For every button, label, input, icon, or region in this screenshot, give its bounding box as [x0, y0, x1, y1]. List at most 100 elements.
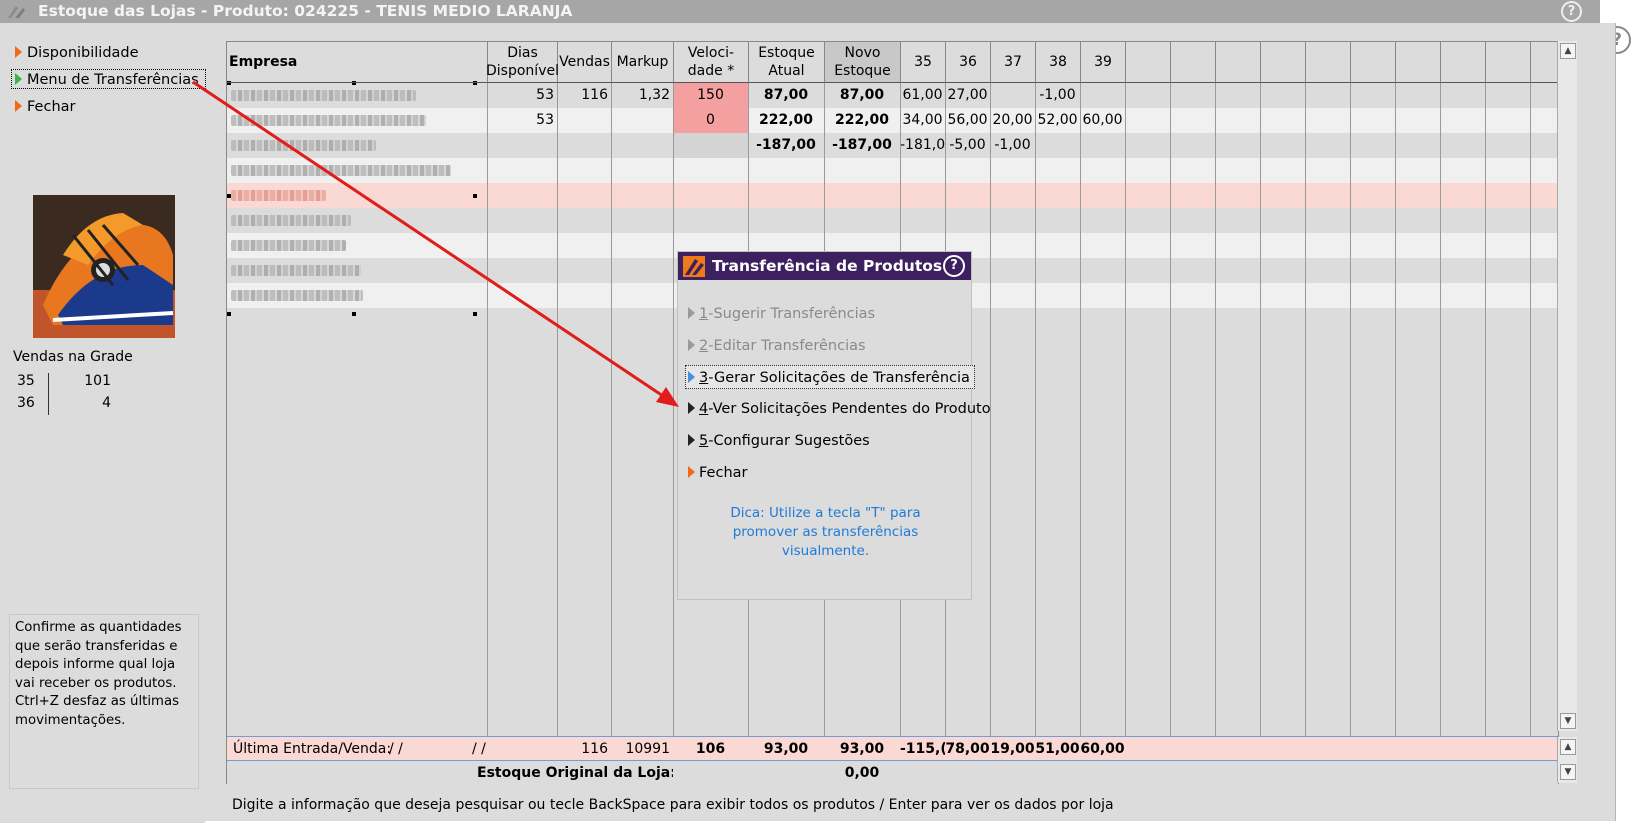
hint-line: Ctrl+Z desfaz as últimas — [15, 694, 180, 709]
sidebar-item-disponibilidade[interactable]: Disponibilidade — [15, 43, 139, 63]
footer-size-36: 78,00 — [945, 741, 990, 757]
dialog-item-label: Fechar — [699, 465, 748, 481]
header-line: Veloci- — [687, 45, 735, 61]
dialog-help-icon[interactable]: ? — [943, 255, 965, 277]
grade-label: Vendas na Grade — [13, 349, 133, 365]
triangle-icon — [688, 402, 695, 414]
header-empty — [1441, 42, 1486, 83]
footer-scrollbar[interactable]: ▲ ▼ — [1557, 737, 1577, 783]
dialog-item-configurar[interactable]: 5-Configurar Sugestões — [688, 429, 870, 453]
footer-totals-row[interactable]: Última Entrada/Venda: / / / / 116 10991 … — [227, 736, 1558, 761]
sidebar-item-label: Fechar — [27, 99, 76, 115]
header-line: Atual — [768, 63, 805, 79]
dialog-item-fechar[interactable]: Fechar — [688, 461, 747, 485]
shortcut-key: 4 — [699, 401, 709, 417]
orange-triangle-icon — [15, 46, 22, 58]
footer-size-39: 60,00 — [1080, 741, 1125, 757]
title-help-icon[interactable]: ? — [1561, 1, 1582, 22]
dialog-item-editar[interactable]: 2-Editar Transferências — [688, 334, 866, 358]
header-size-35[interactable]: 35 — [901, 42, 946, 83]
header-line: Estoque — [758, 45, 815, 61]
header-size-37[interactable]: 37 — [991, 42, 1036, 83]
hint-line: movimentações. — [15, 712, 126, 728]
footer-label: Última Entrada/Venda: — [233, 741, 392, 757]
sidebar-item-fechar[interactable]: Fechar — [15, 97, 75, 117]
green-triangle-icon — [15, 73, 22, 85]
product-image — [33, 195, 175, 338]
header-size-36[interactable]: 36 — [946, 42, 991, 83]
hint-line: que serão transferidas e — [15, 638, 178, 654]
scroll-up-icon[interactable]: ▲ — [1560, 43, 1576, 59]
header-vendas[interactable]: Vendas — [558, 42, 612, 83]
original-stock-label: Estoque Original da Loja: — [477, 765, 673, 781]
sidebar-item-label: Disponibilidade — [27, 45, 139, 61]
dialog-item-sugerir[interactable]: 1-Sugerir Transferências — [688, 302, 875, 326]
hint-line: Confirme as quantidades — [15, 620, 182, 635]
dialog-item-label: -Gerar Solicitações de Transferência — [708, 370, 970, 386]
header-markup[interactable]: Markup — [612, 42, 674, 83]
hint-line: vai receber os produtos. — [15, 675, 177, 691]
grade-size: 35 — [17, 373, 35, 389]
dialog-item-label: -Editar Transferências — [708, 338, 866, 354]
scroll-down-icon[interactable]: ▼ — [1560, 764, 1576, 780]
triangle-icon — [688, 339, 695, 351]
dialog-item-label: -Sugerir Transferências — [708, 306, 876, 322]
footer-date: / / — [389, 741, 403, 757]
header-size-39[interactable]: 39 — [1081, 42, 1126, 83]
grade-table: 35 101 36 4 — [17, 373, 129, 417]
grade-row: 35 101 — [17, 373, 129, 395]
header-empty — [1171, 42, 1216, 83]
grid-scrollbar[interactable]: ▲ ▼ — [1557, 41, 1577, 731]
window-title: Estoque das Lojas - Produto: 024225 - TE… — [38, 2, 573, 20]
grade-qty: 4 — [102, 395, 111, 411]
grade-qty: 101 — [84, 373, 111, 389]
header-empty — [1261, 42, 1306, 83]
header-empty — [1396, 42, 1441, 83]
app-logo-icon — [8, 6, 25, 18]
header-estoque-atual[interactable]: Estoque Atual — [749, 42, 825, 83]
hint-line: depois informe qual loja — [15, 657, 176, 672]
dialog-item-gerar[interactable]: 3-Gerar Solicitações de Transferência — [685, 365, 975, 389]
sneaker-photo — [33, 195, 175, 338]
footer-estoque: 93,00 — [763, 741, 809, 757]
title-bar: Estoque das Lojas - Produto: 024225 - TE… — [0, 0, 1600, 23]
shortcut-key: 2 — [699, 338, 709, 354]
orange-triangle-icon — [688, 466, 695, 478]
dialog-item-label: -Configurar Sugestões — [708, 433, 870, 449]
dialog-header: Transferência de Produtos ? — [678, 252, 971, 280]
grade-size: 36 — [17, 395, 35, 411]
scroll-down-icon[interactable]: ▼ — [1560, 713, 1576, 729]
header-empty — [1351, 42, 1396, 83]
footer-size-38: 51,00 — [1035, 741, 1080, 757]
header-novo-estoque[interactable]: Novo Estoque — [825, 42, 901, 83]
sidebar-item-menu-transferencias[interactable]: Menu de Transferências — [11, 69, 206, 89]
status-bar: Digite a informação que deseja pesquisar… — [232, 797, 1114, 813]
footer-markup: 10991 — [625, 741, 670, 757]
original-stock-value: 0,00 — [844, 765, 880, 781]
header-empty — [1216, 42, 1261, 83]
hint-box: Confirme as quantidades que serão transf… — [9, 614, 199, 789]
footer-novo-estoque: 93,00 — [839, 741, 885, 757]
shortcut-key: 3 — [699, 370, 709, 386]
grade-divider — [48, 373, 49, 415]
dialog-item-ver-pendentes[interactable]: 4-Ver Solicitações Pendentes do Produto — [688, 397, 991, 421]
tip-line: Dica: Utilize a tecla "T" para — [730, 505, 921, 521]
footer-date: / / — [472, 741, 486, 757]
scroll-up-icon[interactable]: ▲ — [1560, 739, 1576, 755]
dialog-title: Transferência de Produtos — [712, 257, 943, 275]
header-dias-disponivel[interactable]: Dias Disponível — [486, 42, 559, 83]
dialog-logo-icon — [683, 256, 705, 277]
dialog-tip: Dica: Utilize a tecla "T" para promover … — [698, 504, 953, 561]
header-size-38[interactable]: 38 — [1036, 42, 1081, 83]
sidebar-item-label: Menu de Transferências — [27, 72, 199, 88]
header-empresa[interactable]: Empresa — [227, 42, 488, 83]
shortcut-key: 5 — [699, 433, 709, 449]
transfer-dialog: Transferência de Produtos ? 1-Sugerir Tr… — [677, 251, 991, 600]
header-line: dade * — [687, 63, 735, 79]
header-line: Dias — [507, 45, 538, 61]
tip-line: visualmente. — [781, 543, 870, 559]
footer-size-35: -115,( — [900, 741, 945, 757]
header-velocidade[interactable]: Veloci- dade * — [674, 42, 749, 83]
header-empty — [1486, 42, 1531, 83]
grade-row: 36 4 — [17, 395, 129, 417]
